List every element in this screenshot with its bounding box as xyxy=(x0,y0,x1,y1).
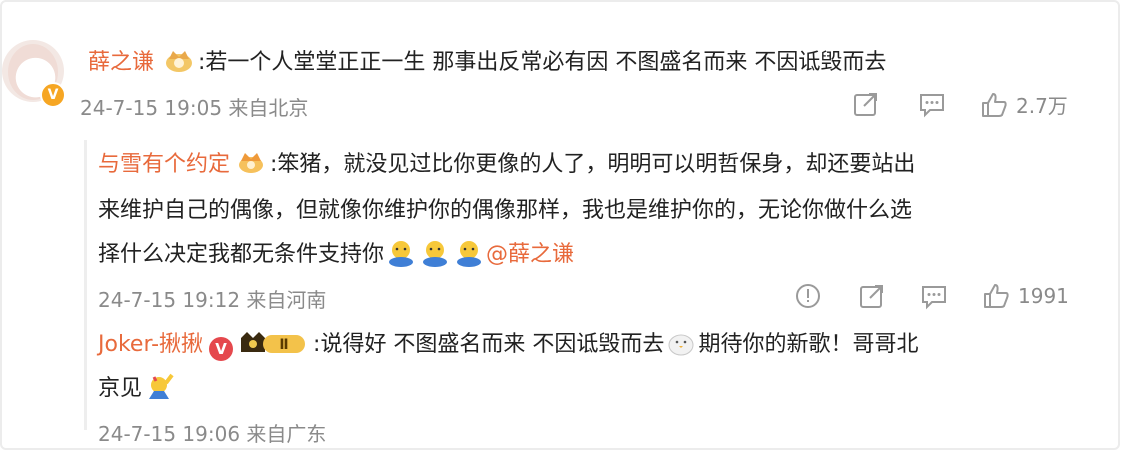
mention-link[interactable]: @薛之谦 xyxy=(486,242,574,267)
avatar[interactable]: V xyxy=(2,40,66,108)
comment-icon xyxy=(922,286,946,310)
reply-divider xyxy=(84,140,87,430)
post-content-line: 薛之谦 :若一个人堂堂正正一生 那事出反常必有因 不图盛名而来 不因诋毁而去 xyxy=(88,44,886,76)
post-time: 24-7-15 19:05 来自北京 xyxy=(80,96,309,120)
like-icon xyxy=(982,92,1007,117)
report-icon xyxy=(796,284,820,308)
verified-icon: V xyxy=(40,82,66,108)
comment-button[interactable] xyxy=(918,90,946,118)
like-button[interactable]: 2.7万 xyxy=(980,90,1068,119)
share-button[interactable] xyxy=(852,90,880,118)
cheer-emoji-icon xyxy=(149,373,174,399)
like-icon xyxy=(984,284,1009,308)
reply-text-line3: 择什么决定我都无条件支持你 xyxy=(98,242,385,267)
reply-text-line1b: 期待你的新歌！哥哥北 xyxy=(698,332,919,357)
reply-content-line: 与雪有个约定 :笨猪，就没见过比你更像的人了，明明可以明哲保身，却还要站出 xyxy=(98,146,915,178)
level-badge-text: Ⅱ xyxy=(279,337,288,353)
reply-text-line2: 京见 xyxy=(98,376,143,401)
report-button[interactable] xyxy=(794,282,822,310)
hug-emoji-icon xyxy=(389,241,414,267)
reply-text-line1: :说得好 不图盛名而来 不因诋毁而去 xyxy=(313,332,665,357)
reply-text-line2: 来维护自己的偶像，但就像你维护你的偶像那样，我也是维护你的，无论你做什么选 xyxy=(98,198,913,223)
reply-time: 24-7-15 19:12 来自河南 xyxy=(98,288,327,312)
verified-icon: V xyxy=(209,337,234,361)
share-icon xyxy=(860,285,883,308)
like-count: 2.7万 xyxy=(1016,94,1068,118)
chick-emoji-icon xyxy=(668,334,694,356)
like-count: 1991 xyxy=(1018,284,1069,308)
reply-author-name[interactable]: Joker-揪揪 xyxy=(98,332,203,357)
share-icon xyxy=(854,93,877,116)
reply-content-line: 择什么决定我都无条件支持你 @薛之谦 xyxy=(98,236,574,268)
reply-author-name[interactable]: 与雪有个约定 xyxy=(98,152,230,177)
reply-text-line1: :笨猪，就没见过比你更像的人了，明明可以明哲保身，却还要站出 xyxy=(270,152,916,177)
reply-content-line: Joker-揪揪 V Ⅱ :说得好 不图盛名而来 不因诋毁而去 期待你的新歌！哥哥北 xyxy=(98,326,918,361)
level-badge: Ⅱ xyxy=(241,332,306,353)
reply-time: 24-7-15 19:06 来自广东 xyxy=(98,422,327,446)
hug-emoji-icon xyxy=(457,241,482,267)
crown-icon xyxy=(239,153,264,173)
crown-icon xyxy=(166,51,193,72)
post-text: :若一个人堂堂正正一生 那事出反常必有因 不图盛名而来 不因诋毁而去 xyxy=(198,50,887,75)
post-author-name[interactable]: 薛之谦 xyxy=(88,50,154,75)
share-button[interactable] xyxy=(858,282,886,310)
comment-button[interactable] xyxy=(920,282,948,310)
like-button[interactable]: 1991 xyxy=(982,282,1069,310)
reply-content-line: 京见 xyxy=(98,370,176,402)
comment-icon xyxy=(920,94,944,118)
hug-emoji-icon xyxy=(423,241,448,267)
